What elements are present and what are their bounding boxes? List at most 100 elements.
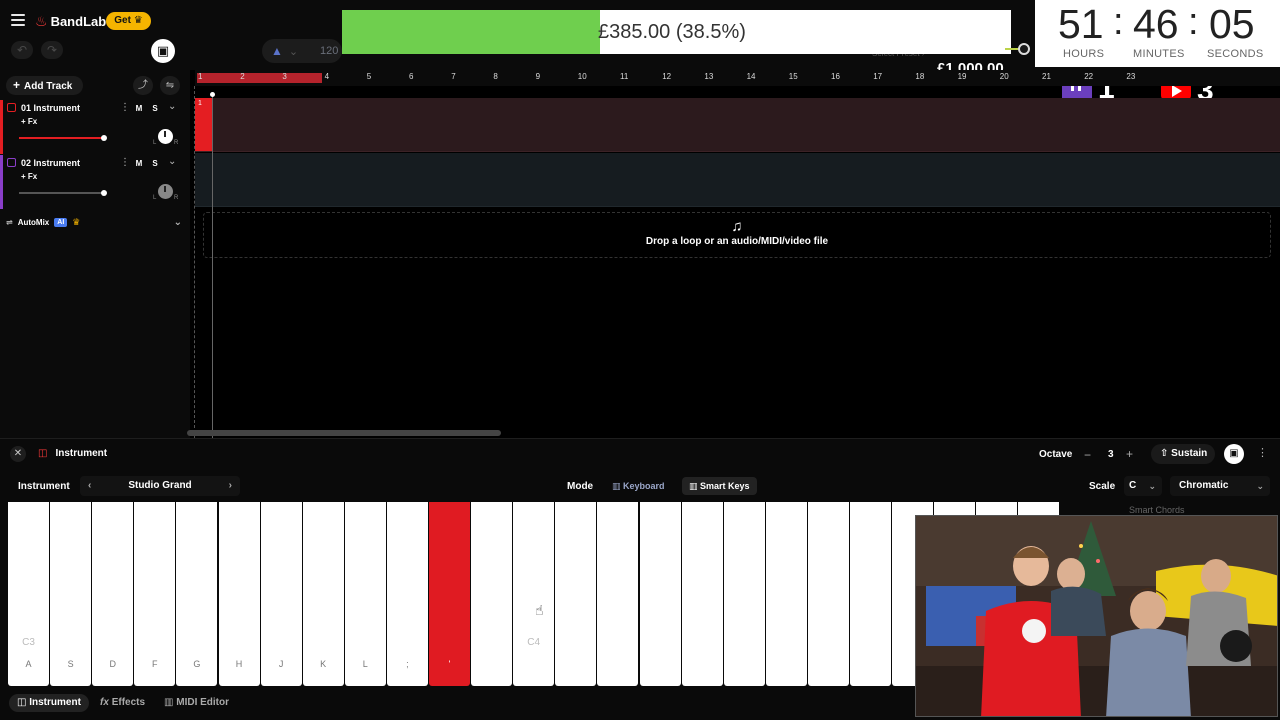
tab-midi-editor[interactable]: ▥ MIDI Editor [156,694,237,712]
piano-key[interactable]: L [344,502,386,686]
tab-instrument[interactable]: ◫ Instrument [9,694,89,712]
piano-key[interactable]: F [134,502,176,686]
mode-smart-keys-button[interactable]: ▥ Smart Keys [682,477,757,495]
ruler-bar-number: 20 [999,72,1009,81]
donation-progress-fill [342,10,600,54]
track-row-1[interactable]: 01 Instrument ⋮ M S ⌄ + Fx L R [0,100,190,154]
piano-key[interactable]: K [302,502,344,686]
track-lane-1[interactable]: 1 [195,98,1280,152]
layout-toggle-button[interactable]: ▣ [151,39,175,63]
add-music-icon: ♫ [731,218,743,235]
scale-key-select[interactable]: C ⌄ [1124,476,1162,496]
drop-zone[interactable]: ♫ Drop a loop or an audio/MIDI/video fil… [203,212,1271,258]
mode-keyboard-button[interactable]: ▥ Keyboard [605,477,672,495]
piano-key[interactable]: C3 A [8,502,49,686]
brand-logo[interactable]: ♨ BandLab [35,13,106,30]
midi-clip[interactable]: 1 [195,98,213,151]
piano-key[interactable]: ' [429,502,470,686]
track-menu-icon[interactable]: ⋮ [120,102,130,113]
piano-key[interactable]: H [218,502,260,686]
add-fx-button[interactable]: + Fx [21,172,37,181]
piano-key[interactable] [850,502,891,686]
mute-button[interactable]: M [133,103,145,114]
solo-button[interactable]: S [149,103,161,114]
volume-fader[interactable] [19,135,107,141]
preset-name: Studio Grand [128,480,192,491]
automix-row[interactable]: ⇌ AutoMix AI ♛ ⌄ [6,214,186,230]
ruler-bar-number: 5 [366,72,372,81]
track-lane-2[interactable] [195,153,1280,207]
menu-icon[interactable] [11,14,25,26]
ruler-bar-number: 2 [240,72,245,81]
panel-layout-button[interactable]: ▣ [1224,444,1244,464]
redo-button[interactable]: ↷ [41,41,63,59]
piano-key[interactable] [639,502,681,686]
piano-key[interactable] [807,502,849,686]
piano-key[interactable] [681,502,723,686]
ruler-bar-number: 10 [577,72,587,81]
undo-button[interactable]: ↶ [11,41,33,59]
add-fx-button[interactable]: + Fx [21,117,37,126]
key-note-label: C3 [22,637,35,648]
loop-region[interactable] [197,73,322,83]
chevron-down-icon[interactable]: ⌄ [168,101,176,112]
ruler-bar-number: 16 [831,72,840,81]
track-name[interactable]: 02 Instrument [21,158,80,168]
bandlab-logo-icon: ♨ [35,13,48,29]
horizontal-scrollbar[interactable] [187,430,501,436]
key-shortcut-label: D [109,659,116,669]
piano-key[interactable]: S [50,502,92,686]
pan-knob[interactable] [158,184,173,199]
track-settings-button[interactable]: ⇋ [160,76,180,95]
more-options-icon[interactable]: ⋮ [1257,446,1268,459]
volume-fader[interactable] [19,190,107,196]
octave-increase-button[interactable]: + [1126,447,1133,461]
close-icon[interactable]: ✕ [10,446,26,462]
piano-key[interactable] [723,502,765,686]
metronome-tempo-control[interactable]: ▲ ⌄ 120 [262,39,342,63]
chevron-left-icon[interactable]: ‹ [88,476,91,496]
add-track-button[interactable]: + Add Track [6,76,83,95]
piano-key[interactable] [597,502,639,686]
piano-key[interactable]: C4 [513,502,555,686]
track-row-2[interactable]: 02 Instrument ⋮ M S ⌄ + Fx L R [0,155,190,209]
octave-value: 3 [1108,449,1114,460]
scale-type-select[interactable]: Chromatic ⌄ [1170,476,1270,496]
playhead-handle[interactable] [210,92,215,97]
tempo-value[interactable]: 120 [320,39,338,63]
octave-decrease-button[interactable]: − [1084,448,1091,462]
chevron-down-icon[interactable]: ⌄ [168,156,176,167]
piano-key[interactable]: D [92,502,134,686]
instrument-preset-selector[interactable]: ‹ Studio Grand › [80,476,240,496]
key-shortcut-label: ; [406,659,409,669]
pan-knob[interactable] [158,129,173,144]
ruler-bar-number: 17 [873,72,883,81]
piano-keyboard[interactable]: C3 A S D F G H J K L; ' C4 [8,502,1061,686]
tab-effects[interactable]: fx Effects [92,694,153,712]
piano-key[interactable] [471,502,513,686]
ruler-bar-number: 11 [620,72,629,81]
webcam-feed [916,516,1277,716]
instrument-icon [7,158,16,167]
chevron-right-icon[interactable]: › [229,476,232,496]
piano-key[interactable]: ; [386,502,428,686]
track-menu-icon[interactable]: ⋮ [120,157,130,168]
octave-label: Octave [1039,449,1073,460]
piano-key[interactable]: J [260,502,302,686]
ruler-bar-number: 13 [704,72,714,81]
playhead[interactable] [212,94,213,438]
track-name[interactable]: 01 Instrument [21,103,80,113]
ruler-bar-number: 21 [1042,72,1051,81]
timer-colon: : [1113,1,1124,43]
timeline-ruler[interactable]: 1 2 3 4 5 6 7 8 9 10 11 12 13 14 15 16 17 18 19 20 21 22 23 [195,70,1280,86]
automation-button[interactable]: ⤴ [133,76,153,95]
piano-key[interactable] [765,502,807,686]
sustain-button[interactable]: ⇧ Sustain [1151,444,1215,464]
piano-key[interactable]: G [176,502,218,686]
mute-button[interactable]: M [133,158,145,169]
get-membership-button[interactable]: Get ♛ [106,12,151,30]
drop-zone-text: Drop a loop or an audio/MIDI/video file [645,236,829,247]
solo-button[interactable]: S [149,158,161,169]
piano-key[interactable] [555,502,597,686]
chevron-down-icon[interactable]: ⌄ [174,217,182,228]
